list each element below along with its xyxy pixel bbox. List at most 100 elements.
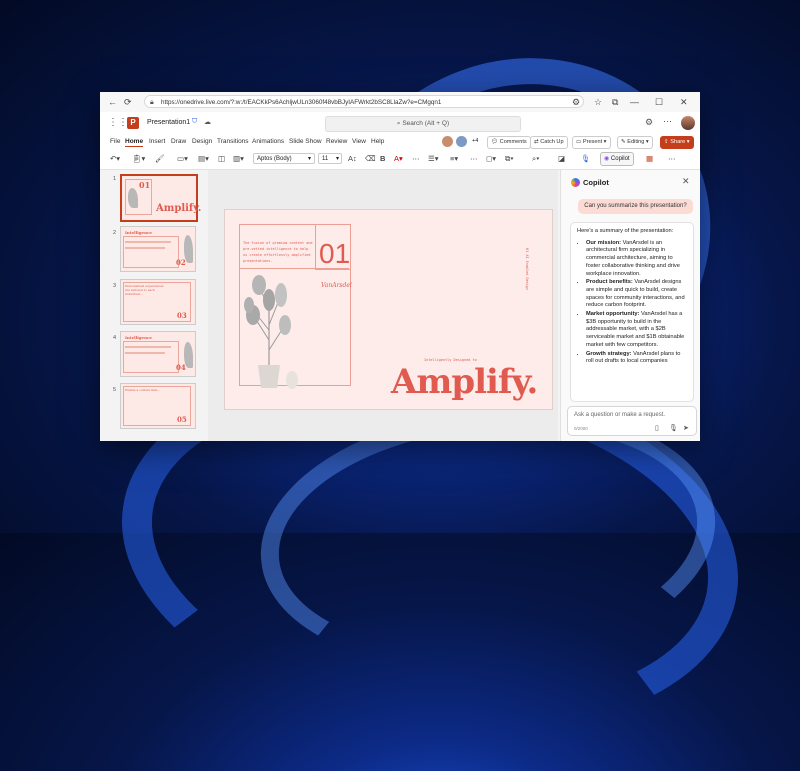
present-button[interactable]: ▭ Present ▾ xyxy=(572,136,611,149)
format-painter-icon[interactable]: 🖌︎ xyxy=(155,154,165,164)
layout-icon[interactable]: ▤▾ xyxy=(198,154,209,164)
designer-ideas-icon[interactable]: ▦ xyxy=(646,154,653,164)
more-paragraph-icon[interactable]: ⋯ xyxy=(470,154,478,164)
microphone-icon[interactable]: 🎙︎ xyxy=(669,424,678,432)
settings-icon[interactable]: ⚙ xyxy=(645,117,653,128)
saved-icon: ☁ xyxy=(204,119,211,126)
more-commands-icon[interactable]: ⋯ xyxy=(668,154,676,164)
copilot-input[interactable]: Ask a question or make a request. 0/2000… xyxy=(567,406,697,436)
clear-format-icon[interactable]: ⌫ xyxy=(365,154,376,164)
dictate-icon[interactable]: 🎙︎ xyxy=(581,154,591,164)
slide-thumbnail-1[interactable]: 01 Amplify. xyxy=(120,174,201,222)
slide-title[interactable]: Amplify. xyxy=(391,362,538,402)
shield-icon: ⛉ xyxy=(192,118,198,125)
chevron-down-icon: ▾ xyxy=(307,156,311,162)
font-grow-icon[interactable]: A↕ xyxy=(348,154,357,164)
document-title[interactable]: Presentation1 xyxy=(147,119,190,126)
plant-illustration xyxy=(244,275,298,389)
reuse-slides-icon[interactable]: ◫ xyxy=(218,154,225,164)
more-options-icon[interactable]: ⋯ xyxy=(663,116,672,127)
collections-icon[interactable]: ⧉ xyxy=(612,96,618,108)
slide-number: 3 xyxy=(113,283,117,289)
bold-icon[interactable]: B xyxy=(380,154,385,164)
font-size-value: 11 xyxy=(322,156,329,162)
slide-editing-canvas[interactable]: The fusion of premium content and pre-ve… xyxy=(208,170,558,441)
share-button[interactable]: ⇪ Share ▾ xyxy=(660,136,694,149)
input-placeholder: Ask a question or make a request. xyxy=(574,412,666,418)
browser-toolbar: ← ⟳ 🔒︎ https://onedrive.live.com/?:w:/t/… xyxy=(100,92,700,113)
font-name-value: Aptos (Body) xyxy=(257,156,292,162)
list-item: Our mission: VanArsdel is an architectur… xyxy=(586,240,688,279)
bullets-icon[interactable]: ☰▾ xyxy=(428,154,439,164)
copilot-response: Here's a summary of the presentation: Ou… xyxy=(570,222,694,402)
catch-up-button[interactable]: ⇄ Catch Up xyxy=(530,136,568,149)
undo-icon[interactable]: ↶▾ xyxy=(110,154,120,164)
favorite-icon[interactable]: ☆ xyxy=(594,96,602,108)
thumb-frame xyxy=(123,341,179,373)
bullet-label: Our mission: xyxy=(586,239,622,246)
editing-mode-button[interactable]: ✎ Editing ▾ xyxy=(617,136,653,149)
tab-insert[interactable]: Insert xyxy=(149,138,165,145)
close-icon[interactable]: ✕ xyxy=(682,176,690,187)
tab-draw[interactable]: Draw xyxy=(171,138,186,145)
address-bar[interactable]: 🔒︎ https://onedrive.live.com/?:w:/t/EACK… xyxy=(144,95,584,108)
copilot-button[interactable]: ◉ Copilot xyxy=(600,152,634,166)
slide-thumbnail-2[interactable]: Intelligence 02 xyxy=(120,226,196,272)
response-intro: Here's a summary of the presentation: xyxy=(577,228,674,234)
font-color-icon[interactable]: A▾ xyxy=(394,154,403,164)
tab-design[interactable]: Design xyxy=(192,138,212,145)
slide-brand[interactable]: VanArsdel xyxy=(321,282,352,289)
current-slide[interactable]: The fusion of premium content and pre-ve… xyxy=(224,209,553,410)
comments-button[interactable]: 💬︎ Comments xyxy=(487,136,531,149)
tab-home[interactable]: Home xyxy=(125,138,144,147)
user-prompt-bubble: Can you summarize this presentation? xyxy=(578,199,693,214)
thumb-heading: Intelligence xyxy=(125,230,152,235)
slide-big-number[interactable]: 01 xyxy=(319,238,350,270)
collaborator-avatar[interactable] xyxy=(456,136,467,147)
chevron-down-icon: ▾ xyxy=(335,156,339,162)
slide-thumbnail-4[interactable]: Intelligence 04 xyxy=(120,331,196,377)
tab-review[interactable]: Review xyxy=(326,138,347,145)
copilot-button-label: Copilot xyxy=(610,156,630,162)
close-icon[interactable]: ✕ xyxy=(680,96,688,108)
present-icon: ▭ xyxy=(576,139,583,145)
app-launcher-icon[interactable]: ⋮⋮ xyxy=(108,118,128,128)
find-icon[interactable]: ⌕▾ xyxy=(532,154,539,164)
back-icon[interactable]: ← xyxy=(108,96,117,108)
tracking-icon[interactable]: ⚙ xyxy=(572,96,580,108)
maximize-icon[interactable]: ☐ xyxy=(655,96,663,108)
font-size-dropdown[interactable]: 11 ▾ xyxy=(318,153,342,164)
search-box[interactable]: ⌕ Search (Alt + Q) xyxy=(325,116,521,132)
slide-body-text[interactable]: The fusion of premium content and pre-ve… xyxy=(243,240,313,264)
attach-icon[interactable]: ▯ xyxy=(655,424,659,432)
copilot-pane: Copilot ✕ Can you summarize this present… xyxy=(560,170,700,441)
tab-view[interactable]: View xyxy=(352,138,366,145)
share-label: Share xyxy=(670,139,686,145)
shapes-icon[interactable]: ◻▾ xyxy=(486,154,496,164)
send-icon[interactable]: ➤ xyxy=(683,424,689,432)
tab-animations[interactable]: Animations xyxy=(252,138,284,145)
more-font-options-icon[interactable]: ⋯ xyxy=(412,154,420,164)
section-icon[interactable]: ▥▾ xyxy=(233,154,244,164)
tab-file[interactable]: File xyxy=(110,138,120,145)
lock-icon: 🔒︎ xyxy=(150,99,154,106)
slide-thumbnail-5[interactable]: Enable a culture that... 05 xyxy=(120,383,196,429)
thumb-heading: Intelligence xyxy=(125,335,152,340)
slide-thumbnail-3[interactable]: Personalized experiences are tailored to… xyxy=(120,279,196,325)
font-name-dropdown[interactable]: Aptos (Body) ▾ xyxy=(253,153,315,164)
tab-help[interactable]: Help xyxy=(371,138,384,145)
arrange-icon[interactable]: ⧉▾ xyxy=(505,154,514,164)
refresh-icon[interactable]: ⟳ xyxy=(124,96,132,108)
collaborator-count[interactable]: +4 xyxy=(472,138,478,144)
designer-icon[interactable]: ◪ xyxy=(558,154,565,164)
plant-image xyxy=(184,235,193,263)
new-slide-icon[interactable]: ▭▾ xyxy=(177,154,188,164)
align-icon[interactable]: ≡▾ xyxy=(450,154,458,164)
collaborator-avatar[interactable] xyxy=(442,136,453,147)
minimize-icon[interactable]: — xyxy=(630,96,639,108)
copilot-title: Copilot xyxy=(583,178,609,187)
paste-icon[interactable]: 📋︎▾ xyxy=(132,154,145,164)
user-avatar[interactable] xyxy=(681,116,695,130)
tab-transitions[interactable]: Transitions xyxy=(217,138,249,145)
tab-slide-show[interactable]: Slide Show xyxy=(289,138,322,145)
